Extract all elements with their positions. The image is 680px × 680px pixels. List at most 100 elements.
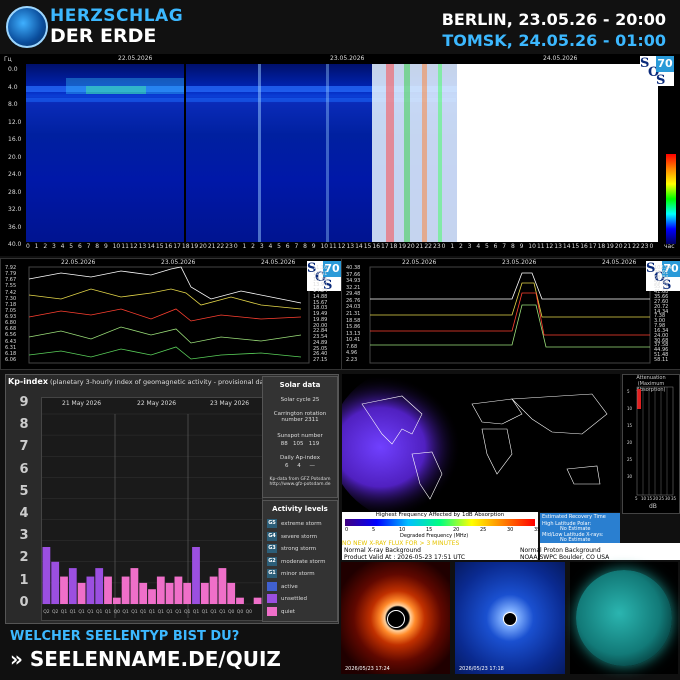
xray-background: Normal X-ray Background <box>344 547 421 554</box>
attenuation-mhz-tick: 20 <box>627 440 633 445</box>
spectrogram-x-tick: 6 <box>493 243 498 250</box>
mini-chart-tick: 18.58 <box>346 317 361 324</box>
spectrogram-x-tick: 0 <box>649 243 654 250</box>
spectrogram-x-tick: 10 <box>320 243 329 250</box>
spectrogram-x-tick: 1 <box>242 243 247 250</box>
kp-bar-code: Q1 <box>122 609 129 615</box>
mini-chart-tick: 7.92 <box>5 265 17 271</box>
mini-chart-tick: 6.80 <box>5 320 17 327</box>
kp-bar <box>112 597 121 604</box>
spectrogram-y-tick: 16.0 <box>8 136 22 143</box>
activity-level-swatch <box>267 581 277 591</box>
estimated-recovery-box: Estimated Recovery Time High Latitude Po… <box>540 513 620 543</box>
kp-bar-code: Q0 <box>114 609 121 615</box>
spectrogram-x-tick: 16 <box>580 243 588 250</box>
mini-chart-tick: 7.42 <box>5 289 17 296</box>
hf-scale-tick: 5 <box>372 527 376 533</box>
kp-bar <box>200 582 209 604</box>
mini-chart-tick: 7.18 <box>5 301 17 308</box>
spectrogram-x-tick: 11 <box>536 243 545 250</box>
spectrogram-x-tick: 13 <box>346 243 355 250</box>
spectrogram-date-3: 24.05.2026 <box>543 55 578 62</box>
spectrogram-y-tick: 0.0 <box>8 66 18 73</box>
kp-bar <box>51 561 60 604</box>
activity-levels-heading: Activity levels <box>272 505 328 513</box>
mini-chart-tick: 27.15 <box>313 357 328 363</box>
kp-bar-code: Q1 <box>70 609 77 615</box>
kp-bar <box>86 576 95 604</box>
spectrogram-x-tick: 20 <box>407 243 415 250</box>
hf-unit: Degraded Frequency (MHz) <box>400 533 469 539</box>
kp-bar <box>104 576 112 604</box>
kp-subtitle: (planetary 3-hourly index of geomagnetic… <box>50 378 273 386</box>
activity-level-label: moderate storm <box>281 558 326 565</box>
product-valid: Product Valid At : 2026-05-23 17:51 UTC <box>344 554 466 561</box>
mini-chart-tick: 10.41 <box>346 337 361 344</box>
sun-disk-outline <box>387 610 405 628</box>
mini-chart-tick: 6.93 <box>5 314 17 321</box>
spectrogram-x-tick: 21 <box>623 243 632 250</box>
time-berlin: BERLIN, 23.05.26 - 20:00 <box>441 10 666 29</box>
hf-scale-tick: 25 <box>480 527 487 533</box>
kp-bar-code: Q0 <box>237 609 244 615</box>
mini-chart-tick: 15.86 <box>346 324 361 331</box>
spectrogram-x-tick: 0 <box>441 243 446 250</box>
activity-level-label: unsettled <box>281 596 307 602</box>
hf-scale-tick: 35 <box>534 527 541 533</box>
mini-chart-tick: 58.11 <box>654 357 669 363</box>
spectrogram-y-tick: 36.0 <box>8 223 22 231</box>
spectrogram-x-tick: 11 <box>121 243 129 250</box>
sdo-sun-image <box>570 562 678 674</box>
spectrogram-x-tick: 16 <box>164 243 173 250</box>
mini-chart-tick: 6.06 <box>5 357 17 363</box>
attenuation-mhz-tick: 30 <box>627 474 633 479</box>
kp-bar <box>192 547 200 604</box>
spectrogram-x-tick: 17 <box>381 243 389 250</box>
activity-level-swatch: G2 <box>267 556 277 566</box>
spectrogram-x-tick: 15 <box>155 243 164 250</box>
mini-chart-tick: 32.21 <box>346 284 361 291</box>
spectrogram-x-tick: 1 <box>34 243 39 250</box>
spectrogram-x-tick: 0 <box>26 243 30 250</box>
sos-logo-icon: S O S 70 <box>640 56 674 88</box>
drap-world-map <box>330 364 620 524</box>
sun-disk-icon <box>576 570 672 666</box>
spectrogram-x-tick: 14 <box>147 243 155 250</box>
solar-data-heading: Solar data <box>279 381 321 389</box>
spectrogram-x-tick: 9 <box>311 243 316 250</box>
solar-cycle: Solar cycle 25 <box>280 397 320 403</box>
carrington-rotation: Carrington rotation number 2311 <box>273 411 327 423</box>
activity-level-row: active <box>267 581 298 593</box>
sun-disk-outline <box>503 612 517 626</box>
spectrogram-x-tick: 3 <box>259 243 264 250</box>
spectrogram-x-tick: 4 <box>476 243 481 250</box>
mini-chart-tick: 7.55 <box>5 283 17 290</box>
spectrogram-x-tick: 7 <box>294 243 299 250</box>
spectrogram-x-tick: 9 <box>519 243 524 250</box>
hf-scale-tick: 15 <box>426 527 433 533</box>
spectrogram-y-tick: 40.0 <box>8 241 22 248</box>
spectrogram-x-tick: 23 <box>640 243 649 250</box>
spectrogram-x-tick: 10 <box>528 243 536 250</box>
spectrogram-x-tick: 12 <box>129 243 138 250</box>
spectrogram-x-tick: 10 <box>112 243 121 250</box>
spectrogram-x-tick: 18 <box>389 243 398 250</box>
kp-bar <box>183 582 192 604</box>
activity-level-row: unsettled <box>267 594 307 605</box>
spectrogram-x-tick: 21 <box>415 243 424 250</box>
activity-level-label: quiet <box>281 608 296 615</box>
attenuation-panel: Attenuation (Maximum Absorption) dB 5 10 1… <box>622 374 680 514</box>
mini-chart-tick: 6.18 <box>5 350 17 357</box>
spectrogram-texture <box>26 64 658 242</box>
mini-chart-tick: 6.68 <box>5 326 17 333</box>
kp-bar <box>253 597 262 604</box>
kp-bar-code: Q1 <box>96 609 103 615</box>
attenuation-tick: 15 <box>647 496 653 501</box>
c3-timestamp: 2026/05/23 17:18 <box>459 666 504 672</box>
quiz-link[interactable]: » SEELENNAME.DE/QUIZ <box>10 647 281 671</box>
attenuation-unit: dB <box>649 503 657 510</box>
spectrogram-x-tick: 15 <box>571 243 580 250</box>
kp-level-label: 8 <box>19 417 29 433</box>
spectrogram-x-tick: 22 <box>216 243 225 250</box>
kp-level-label: 1 <box>19 572 29 588</box>
